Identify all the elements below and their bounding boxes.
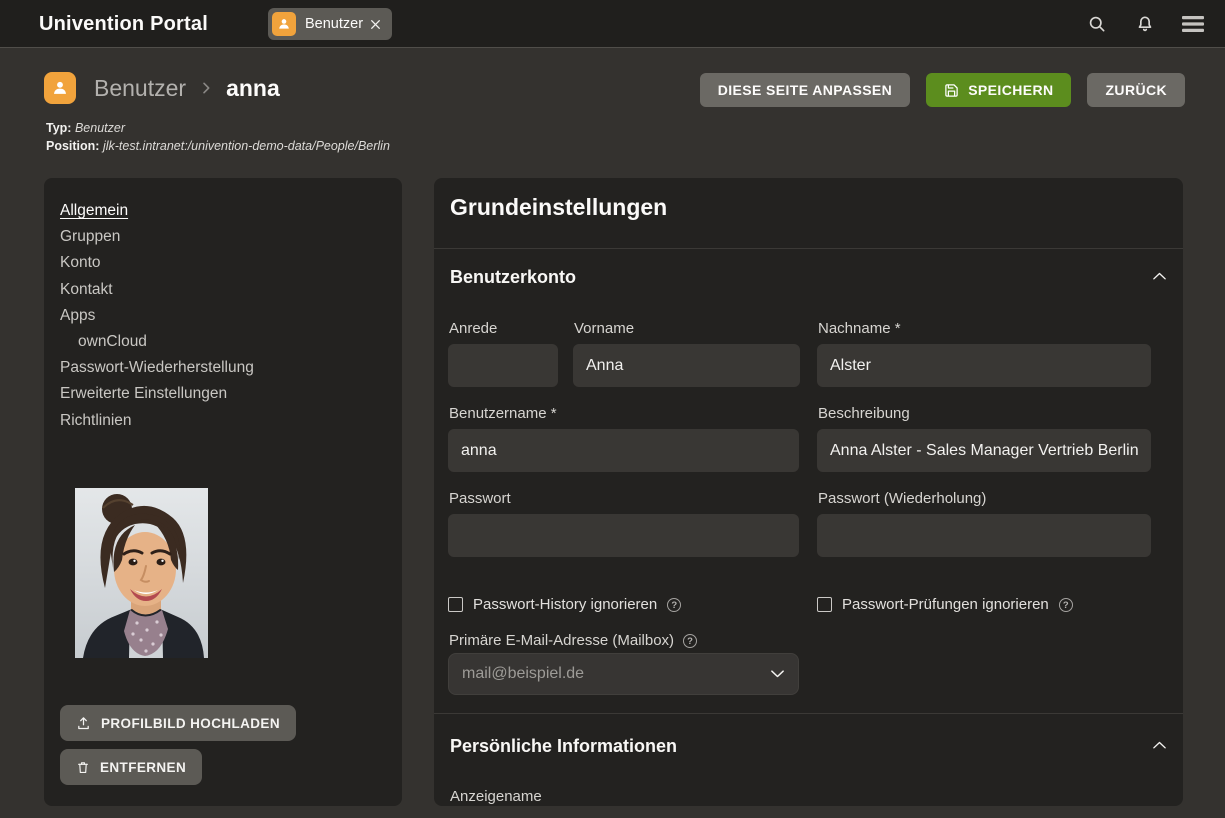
meta-position-label: Position: (46, 139, 99, 153)
search-icon[interactable] (1085, 12, 1109, 36)
passwort-history-label: Passwort-History ignorieren (473, 596, 657, 613)
back-button[interactable]: ZURÜCK (1087, 73, 1185, 107)
topbar: Univention Portal Benutzer (0, 0, 1225, 48)
page-header: Benutzer anna Typ: Benutzer Position: jl… (0, 49, 1225, 178)
beschreibung-input[interactable] (817, 429, 1151, 472)
upload-button-label: PROFILBILD HOCHLADEN (101, 716, 280, 731)
sidebar-item-konto[interactable]: Konto (60, 250, 386, 276)
sidebar-item-erweiterte-einstellungen[interactable]: Erweiterte Einstellungen (60, 381, 386, 407)
beschreibung-label: Beschreibung (818, 405, 910, 422)
trash-icon (76, 760, 90, 775)
save-button[interactable]: SPEICHERN (926, 73, 1071, 107)
nachname-input[interactable] (817, 344, 1151, 387)
header-button-group: DIESE SEITE ANPASSEN SPEICHERN ZURÜCK (700, 73, 1185, 107)
sidebar-item-gruppen[interactable]: Gruppen (60, 224, 386, 250)
sidebar-item-passwort-wiederherstellung[interactable]: Passwort-Wiederherstellung (60, 355, 386, 381)
sidebar-item-allgemein[interactable]: Allgemein (60, 198, 386, 224)
profile-photo (75, 488, 208, 658)
help-icon[interactable]: ? (1059, 598, 1073, 612)
meta-typ-label: Typ: (46, 121, 71, 135)
save-floppy-icon (944, 83, 959, 98)
passwort-pruefungen-checkbox[interactable] (817, 597, 832, 612)
chevron-right-icon (198, 80, 214, 96)
email-label: Primäre E-Mail-Adresse (Mailbox) (449, 632, 674, 649)
benutzername-input[interactable] (448, 429, 799, 472)
anzeigename-label: Anzeigename (450, 788, 542, 805)
remove-button-label: ENTFERNEN (100, 760, 186, 775)
passwort-label: Passwort (449, 490, 511, 507)
vorname-label: Vorname (574, 320, 634, 337)
anrede-input[interactable] (448, 344, 558, 387)
email-label-row: Primäre E-Mail-Adresse (Mailbox) ? (449, 632, 697, 649)
vorname-input[interactable] (573, 344, 800, 387)
passwort-history-checkbox-group: Passwort-History ignorieren ? (448, 596, 681, 613)
tab-label: Benutzer (305, 16, 363, 32)
passwort-input[interactable] (448, 514, 799, 557)
customize-page-button[interactable]: DIESE SEITE ANPASSEN (700, 73, 910, 107)
chevron-down-icon (770, 669, 785, 679)
notifications-bell-icon[interactable] (1133, 12, 1157, 36)
meta-position: Position: jlk-test.intranet:/univention-… (46, 137, 390, 155)
passwort-history-checkbox[interactable] (448, 597, 463, 612)
meta-position-value: jlk-test.intranet:/univention-demo-data/… (103, 139, 390, 153)
meta-typ-value: Benutzer (75, 121, 125, 135)
sidebar-card: Allgemein Gruppen Konto Kontakt Apps own… (44, 178, 402, 806)
sidebar-item-richtlinien[interactable]: Richtlinien (60, 408, 386, 434)
breadcrumb-module[interactable]: Benutzer (94, 75, 186, 102)
nachname-label: Nachname * (818, 320, 901, 337)
main-form-card: Grundeinstellungen Benutzerkonto Anrede … (434, 178, 1183, 806)
anrede-label: Anrede (449, 320, 497, 337)
breadcrumb: Benutzer anna (44, 72, 280, 104)
tab-benutzer[interactable]: Benutzer (268, 8, 392, 40)
sidebar-item-owncloud[interactable]: ownCloud (60, 329, 386, 355)
page-title: Grundeinstellungen (450, 194, 667, 221)
section-title-persoenliche-informationen[interactable]: Persönliche Informationen (450, 736, 677, 757)
chevron-up-icon[interactable] (1152, 740, 1167, 750)
divider (434, 248, 1183, 249)
email-select-value: mail@beispiel.de (462, 665, 770, 683)
user-module-icon (272, 12, 296, 36)
divider (434, 713, 1183, 714)
save-button-label: SPEICHERN (968, 82, 1053, 98)
sidebar-item-apps[interactable]: Apps (60, 303, 386, 329)
passwort-wiederholung-label: Passwort (Wiederholung) (818, 490, 986, 507)
section-title-benutzerkonto[interactable]: Benutzerkonto (450, 267, 576, 288)
help-icon[interactable]: ? (667, 598, 681, 612)
user-module-icon-large (44, 72, 76, 104)
help-icon[interactable]: ? (683, 634, 697, 648)
menu-hamburger-icon[interactable] (1181, 12, 1205, 36)
sidebar-item-kontakt[interactable]: Kontakt (60, 277, 386, 303)
tab-close-icon[interactable] (369, 18, 382, 31)
upload-icon (76, 716, 91, 731)
topbar-icon-group (1085, 0, 1205, 48)
chevron-up-icon[interactable] (1152, 271, 1167, 281)
upload-profile-picture-button[interactable]: PROFILBILD HOCHLADEN (60, 705, 296, 741)
email-select[interactable]: mail@beispiel.de (448, 653, 799, 695)
remove-profile-picture-button[interactable]: ENTFERNEN (60, 749, 202, 785)
object-meta: Typ: Benutzer Position: jlk-test.intrane… (46, 119, 390, 155)
meta-typ: Typ: Benutzer (46, 119, 390, 137)
breadcrumb-object: anna (226, 75, 280, 102)
benutzername-label: Benutzername * (449, 405, 557, 422)
passwort-wiederholung-input[interactable] (817, 514, 1151, 557)
section-nav: Allgemein Gruppen Konto Kontakt Apps own… (44, 178, 402, 434)
passwort-pruefungen-checkbox-group: Passwort-Prüfungen ignorieren ? (817, 596, 1073, 613)
portal-title: Univention Portal (39, 0, 208, 48)
passwort-pruefungen-label: Passwort-Prüfungen ignorieren (842, 596, 1049, 613)
